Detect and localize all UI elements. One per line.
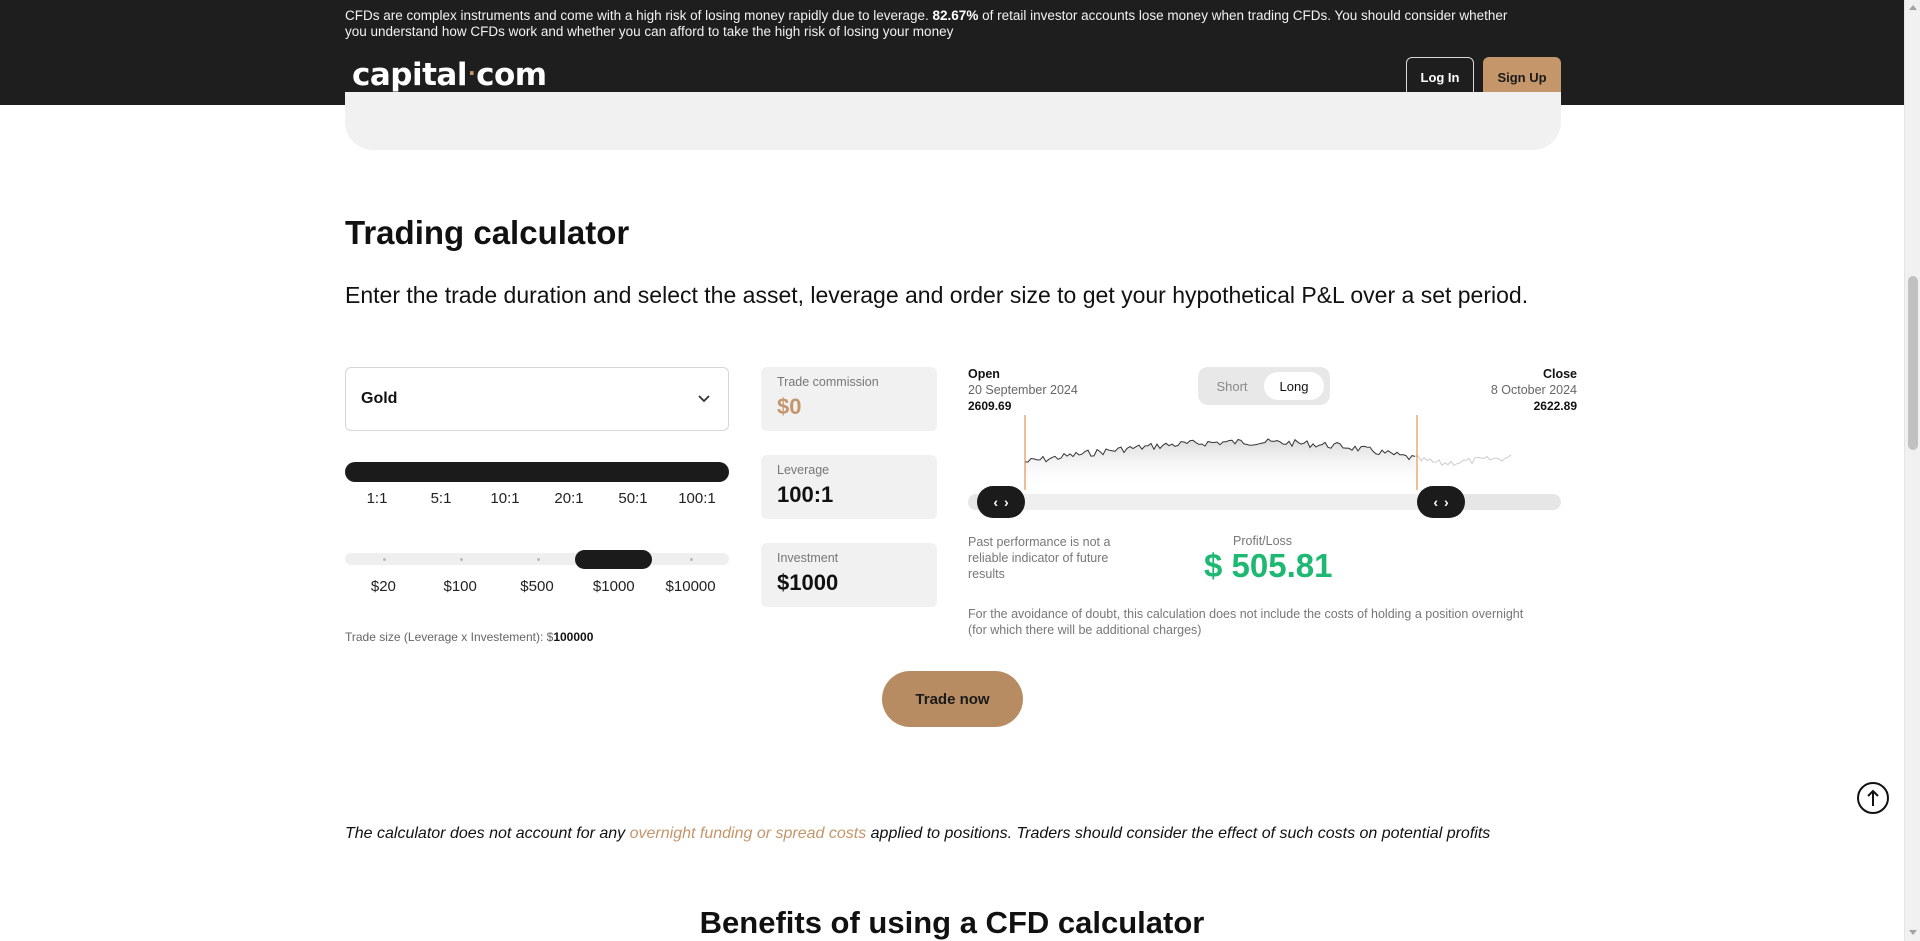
chevron-right-icon: › (1444, 494, 1449, 510)
open-date: 20 September 2024 (968, 383, 1078, 397)
chart-area-fill (1025, 438, 1417, 490)
open-date-handle[interactable]: ‹ › (977, 486, 1025, 518)
profit-loss-label: Profit/Loss (1233, 534, 1293, 548)
open-info: Open 20 September 2024 2609.69 (968, 366, 1078, 414)
price-chart (1024, 415, 1512, 490)
commission-card: Trade commission $0 (761, 367, 937, 431)
investment-options: $20 $100 $500 $1000 $10000 (345, 578, 729, 595)
date-range-selected (1008, 494, 1420, 510)
direction-toggle[interactable]: Short Long (1198, 367, 1330, 405)
overnight-costs-link[interactable]: overnight funding or spread costs (630, 825, 867, 842)
chevron-right-icon: › (1004, 494, 1009, 510)
top-banner: CFDs are complex instruments and come wi… (0, 0, 1904, 105)
sign-up-button[interactable]: Sign Up (1483, 57, 1561, 97)
investment-step-dot (536, 558, 540, 561)
leverage-option[interactable]: 1:1 (345, 490, 409, 507)
benefits-heading: Benefits of using a CFD calculator (699, 905, 1205, 940)
brand-logo[interactable]: capital·com (352, 57, 547, 93)
asset-select[interactable]: Gold (345, 367, 729, 431)
leverage-value: 100:1 (777, 482, 834, 507)
investment-option[interactable]: $20 (345, 578, 421, 595)
leverage-option[interactable]: 5:1 (409, 490, 473, 507)
arrow-up-icon (1867, 789, 1879, 806)
commission-value: $0 (777, 394, 802, 419)
long-option[interactable]: Long (1264, 372, 1324, 400)
open-label: Open (968, 367, 1000, 381)
close-info: Close 8 October 2024 2622.89 (1491, 366, 1577, 414)
investment-option[interactable]: $500 (499, 578, 575, 595)
scroll-up-arrow-icon[interactable] (1909, 5, 1917, 10)
investment-step-dot (690, 558, 694, 561)
calculator-disclaimer: The calculator does not account for any … (345, 825, 1491, 842)
log-in-button[interactable]: Log In (1406, 57, 1474, 97)
investment-option[interactable]: $10000 (653, 578, 729, 595)
close-label: Close (1542, 367, 1577, 381)
investment-label: Investment (777, 551, 839, 565)
profit-loss-value: $ 505.81 (1204, 547, 1333, 584)
investment-option[interactable]: $100 (422, 578, 498, 595)
investment-card: Investment $1000 (761, 543, 937, 607)
chart-price-line-after-close (1414, 454, 1512, 467)
leverage-slider[interactable] (345, 462, 729, 482)
overnight-costs-note: For the avoidance of doubt, this calcula… (968, 607, 1524, 637)
risk-warning: CFDs are complex instruments and come wi… (345, 8, 1508, 39)
leverage-card: Leverage 100:1 (761, 455, 937, 519)
investment-slider-thumb[interactable] (575, 550, 652, 569)
leverage-options: 1:1 5:1 10:1 20:1 50:1 100:1 (345, 490, 729, 507)
page-title: Trading calculator (345, 214, 630, 251)
past-performance-note: Past performance is not a reliable indic… (968, 535, 1111, 581)
investment-step-dot (383, 558, 386, 561)
leverage-option[interactable]: 50:1 (601, 490, 665, 507)
short-option[interactable]: Short (1204, 372, 1260, 400)
close-date: 8 October 2024 (1490, 383, 1577, 397)
previous-section-card (345, 92, 1561, 150)
leverage-option[interactable]: 20:1 (537, 490, 601, 507)
scrollbar-thumb[interactable] (1908, 276, 1918, 450)
chevron-left-icon: ‹ (1433, 494, 1438, 510)
trade-size: Trade size (Leverage x Investement): $10… (345, 630, 594, 644)
scroll-down-arrow-icon[interactable] (1909, 930, 1917, 935)
calculator-description: Enter the trade duration and select the … (345, 282, 1529, 308)
asset-selected-value: Gold (361, 390, 398, 407)
commission-label: Trade commission (777, 375, 879, 389)
chevron-left-icon: ‹ (993, 494, 998, 510)
investment-value: $1000 (777, 570, 839, 595)
leverage-option[interactable]: 100:1 (665, 490, 729, 507)
leverage-label: Leverage (777, 463, 830, 477)
trade-now-button[interactable]: Trade now (882, 671, 1023, 727)
chevron-down-icon (698, 395, 710, 403)
leverage-option[interactable]: 10:1 (473, 490, 537, 507)
page-scrollbar[interactable] (1904, 0, 1920, 941)
scroll-to-top-button[interactable] (1857, 782, 1889, 814)
close-date-handle[interactable]: ‹ › (1417, 486, 1465, 518)
investment-option[interactable]: $1000 (576, 578, 652, 595)
investment-step-dot (459, 558, 463, 561)
investment-slider[interactable] (345, 553, 729, 565)
